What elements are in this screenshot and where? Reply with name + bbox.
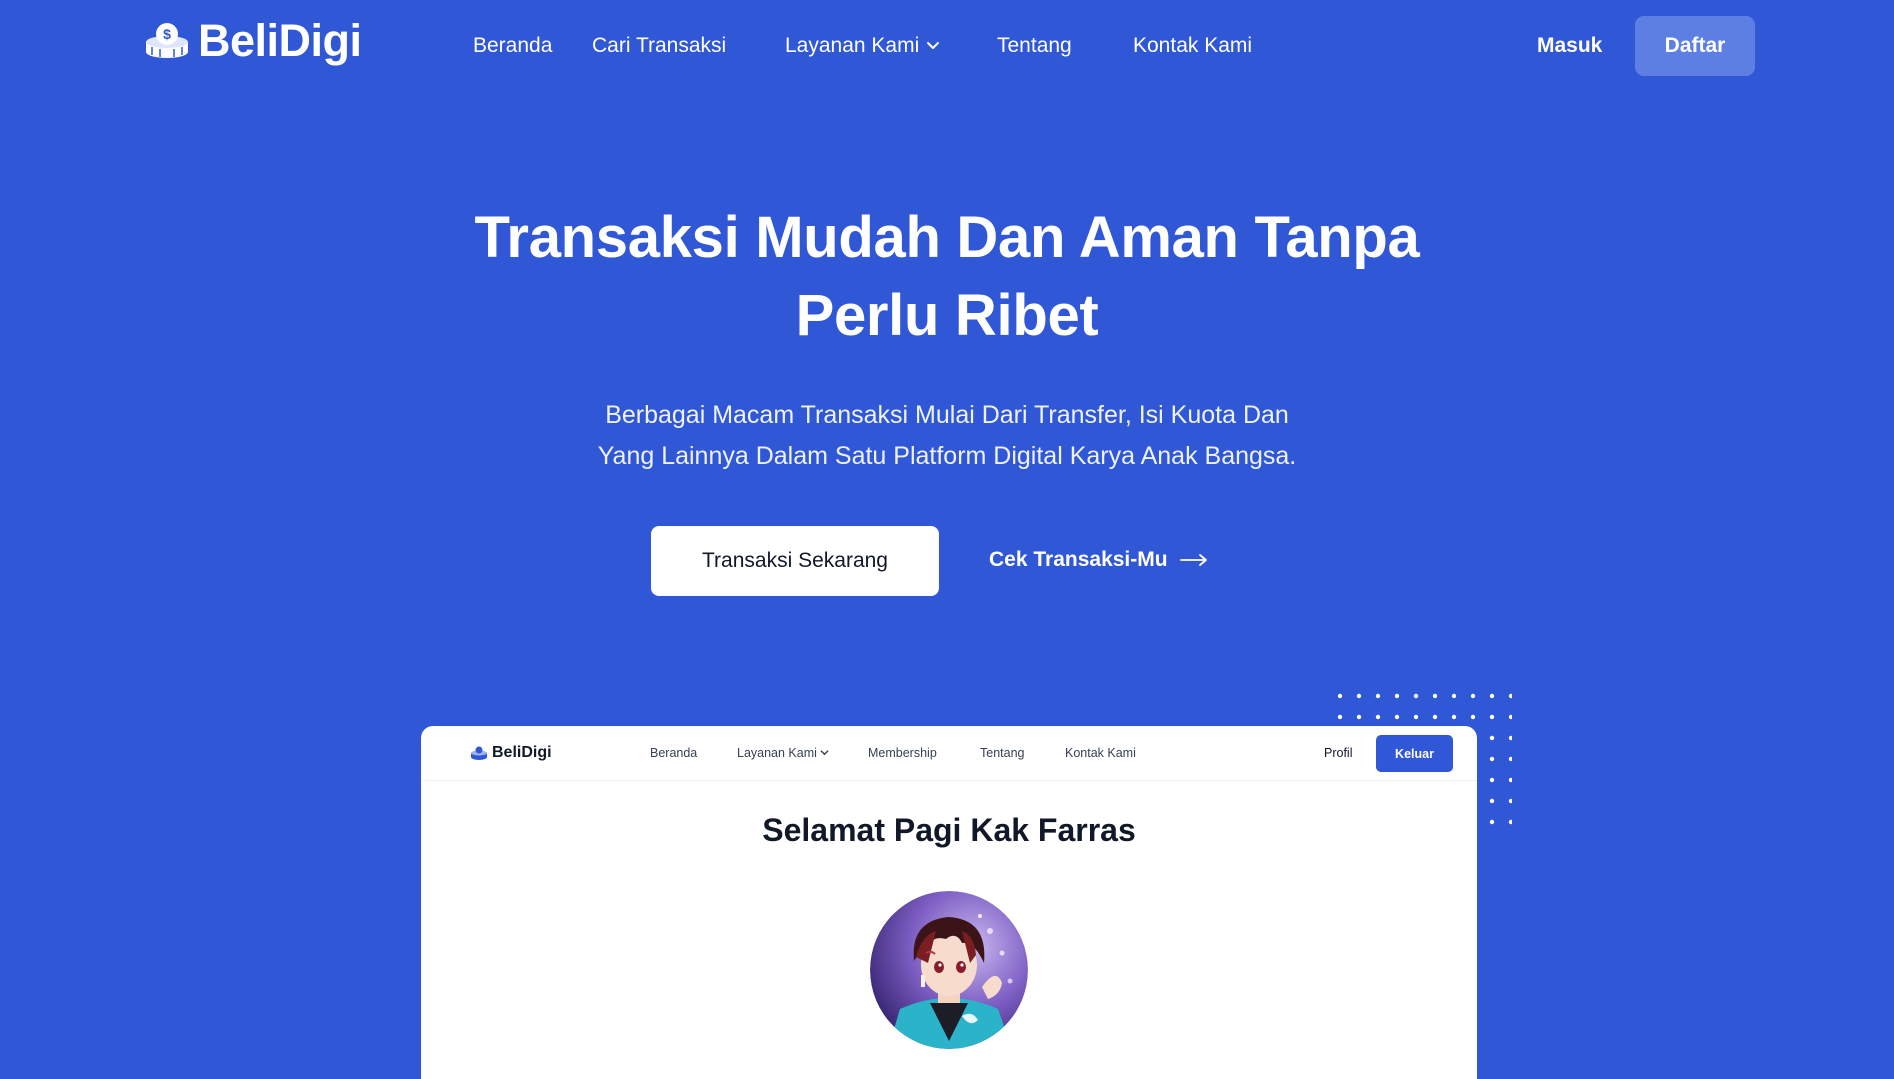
hero-subtitle-line-1: Berbagai Macam Transaksi Mulai Dari Tran… <box>605 401 1289 429</box>
preview-logout-button: Keluar <box>1376 735 1453 772</box>
decorative-dot <box>1489 777 1495 783</box>
preview-nav-beranda: Beranda <box>650 746 698 760</box>
preview-nav-layanan-kami: Layanan Kami <box>737 745 829 761</box>
nav-item-label: Layanan Kami <box>785 34 920 57</box>
decorative-dot <box>1489 798 1495 804</box>
decorative-dot <box>1451 693 1457 699</box>
decorative-dot <box>1508 714 1512 720</box>
coin-stack-dollar-icon: $ <box>146 22 188 58</box>
decorative-dot <box>1432 714 1438 720</box>
login-link[interactable]: Masuk <box>1537 33 1602 59</box>
decorative-dot <box>1470 693 1476 699</box>
hero-title-line-2: Perlu Ribet <box>795 283 1099 348</box>
decorative-dot <box>1470 714 1476 720</box>
svg-text:$: $ <box>163 26 171 42</box>
hero-subtitle: Berbagai Macam Transaksi Mulai Dari Tran… <box>497 395 1397 477</box>
app-preview-card: BeliDigi Beranda Layanan Kami Membership… <box>421 726 1477 1079</box>
preview-nav-tentang: Tentang <box>980 746 1025 760</box>
decorative-dot <box>1337 693 1343 699</box>
nav-item-layanan-kami[interactable]: Layanan Kami <box>785 33 941 59</box>
hero-title: Transaksi Mudah Dan Aman Tanpa Perlu Rib… <box>397 199 1497 355</box>
decorative-dot <box>1394 693 1400 699</box>
arrow-right-icon <box>1179 554 1207 566</box>
decorative-dot <box>1356 714 1362 720</box>
decorative-dot <box>1489 756 1495 762</box>
decorative-dot <box>1508 735 1512 741</box>
preview-brand-logo: BeliDigi <box>470 743 552 763</box>
coin-stack-dollar-icon <box>471 746 487 760</box>
preview-brand-name: BeliDigi <box>492 744 552 761</box>
chevron-down-icon <box>927 42 940 49</box>
nav-item-cari-transaksi[interactable]: Cari Transaksi <box>592 33 726 59</box>
decorative-dot <box>1451 714 1457 720</box>
decorative-dot <box>1508 798 1512 804</box>
preview-nav-membership: Membership <box>868 746 937 760</box>
register-button[interactable]: Daftar <box>1635 16 1755 76</box>
decorative-dot <box>1337 714 1343 720</box>
decorative-dot <box>1356 693 1362 699</box>
decorative-dot <box>1508 693 1512 699</box>
transaksi-sekarang-button[interactable]: Transaksi Sekarang <box>651 526 939 596</box>
preview-profile-link: Profil <box>1324 746 1353 760</box>
nav-item-tentang[interactable]: Tentang <box>997 33 1072 59</box>
decorative-dot <box>1432 693 1438 699</box>
decorative-dot <box>1508 819 1512 825</box>
brand-name: BeliDigi <box>198 15 362 66</box>
decorative-dot <box>1508 756 1512 762</box>
decorative-dot <box>1413 714 1419 720</box>
preview-nav-label: Layanan Kami <box>737 746 817 760</box>
decorative-dot <box>1489 714 1495 720</box>
hero-subtitle-line-2: Yang Lainnya Dalam Satu Platform Digital… <box>597 442 1297 470</box>
preview-greeting: Selamat Pagi Kak Farras <box>762 812 1136 848</box>
preview-nav-kontak-kami: Kontak Kami <box>1065 746 1136 760</box>
decorative-dot <box>1489 735 1495 741</box>
decorative-dot <box>1394 714 1400 720</box>
nav-item-kontak-kami[interactable]: Kontak Kami <box>1133 33 1252 59</box>
avatar <box>870 891 1028 1049</box>
top-navbar: $ BeliDigi Beranda Cari Transaksi Layana… <box>0 0 1894 92</box>
decorative-dot <box>1413 693 1419 699</box>
brand-logo[interactable]: $ BeliDigi <box>144 18 362 63</box>
decorative-dot <box>1375 714 1381 720</box>
cek-transaksi-link[interactable]: Cek Transaksi-Mu <box>989 547 1208 573</box>
cek-transaksi-label: Cek Transaksi-Mu <box>989 548 1168 571</box>
nav-item-beranda[interactable]: Beranda <box>473 33 552 59</box>
preview-navbar: BeliDigi Beranda Layanan Kami Membership… <box>421 726 1477 781</box>
decorative-dot <box>1489 693 1495 699</box>
decorative-dot <box>1489 819 1495 825</box>
hero-title-line-1: Transaksi Mudah Dan Aman Tanpa <box>474 205 1420 270</box>
chevron-down-icon <box>820 750 829 756</box>
decorative-dot <box>1375 693 1381 699</box>
decorative-dot <box>1508 777 1512 783</box>
